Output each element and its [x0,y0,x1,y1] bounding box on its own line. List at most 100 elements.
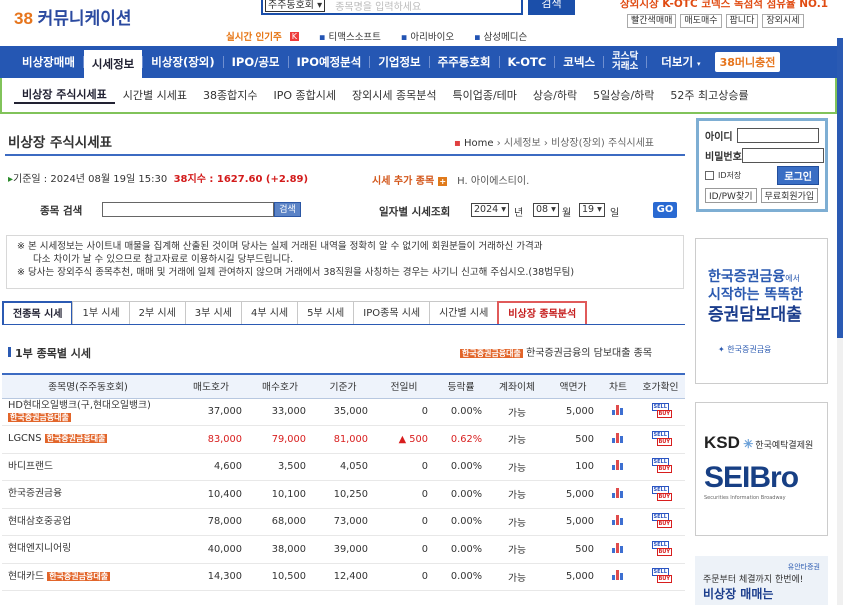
tab-tier5[interactable]: 5부 시세 [297,301,355,324]
month-select[interactable]: 08 ▾ [533,203,559,217]
site-logo[interactable]: 38 커뮤니케이션 [14,4,132,29]
tab-analysis[interactable]: 비상장 종목분석 [497,301,588,324]
password-input[interactable] [741,147,824,163]
subnav-item[interactable]: 시간별 시세표 [115,87,195,103]
tab-tier3[interactable]: 3부 시세 [184,301,242,324]
ad-securities-loan[interactable]: 한국증권금융에서 시작하는 똑똑한 증권담보대출 ✦ 한국증권금융 [695,238,828,384]
bar-chart-icon[interactable] [612,460,624,471]
find-account-link[interactable]: ID/PW찾기 [705,188,757,203]
stock-name[interactable]: 현대삼호중공업 [8,516,71,527]
bar-chart-icon[interactable] [612,487,624,498]
nav-item[interactable]: 주주동호회 [430,54,499,70]
nav-item[interactable]: 기업정보 [370,54,428,70]
bar-chart-icon[interactable] [612,570,624,581]
top-link-sell[interactable]: 팝니다 [725,14,759,28]
nav-item-kosdaq[interactable]: 코스닥 거래소 [604,52,646,72]
stock-name[interactable]: 한국증권금융 [8,488,62,499]
section-title: 1부 종목별 시세 [8,345,91,361]
top-link-red-trade[interactable]: 빨간색매매 [627,14,677,28]
top-link-trade[interactable]: 매도매수 [680,14,722,28]
ticker-item[interactable]: 티맥스소프트 [319,29,380,43]
sell-buy-icon[interactable]: SELL BUY [651,430,672,446]
join-link[interactable]: 무료회원가입 [760,188,819,203]
nav-item[interactable]: 비상장(장외) [143,54,222,70]
table-row[interactable]: 바디프랜드 4,600 3,500 4,050 0 0.00% 가능 100 SELL BUY [2,453,685,481]
subnav-item[interactable]: 5일상승/하락 [585,87,662,103]
sell-buy-icon[interactable]: SELL BUY [651,540,672,556]
stock-name-cell[interactable]: LGCNS 한국증권금융대출 [2,425,174,454]
stock-name[interactable]: 바디프랜드 [8,461,53,472]
added-stock-name[interactable]: H. 아이에스티이. [457,176,529,187]
stock-name-cell[interactable]: 바디프랜드 [2,453,174,481]
bar-chart-icon[interactable] [612,542,624,553]
search-button[interactable]: 검색 [528,0,575,15]
login-button[interactable]: 로그인 [777,165,819,185]
stock-name-cell[interactable]: 현대카드 한국증권금융대출 [2,563,174,591]
sell-buy-icon[interactable]: SELL BUY [651,568,672,584]
stock-name[interactable]: 현대카드 [8,571,44,582]
loan-legend: 한국증권금융대출 한국증권금융의 담보대출 종목 [460,344,652,359]
subnav-item[interactable]: 장외시세 종목분석 [344,87,444,103]
table-row[interactable]: 현대삼호중공업 78,000 68,000 73,000 0 0.00% 가능 5,000 SE… [2,508,685,536]
top-link-otc-price[interactable]: 장외시세 [762,14,804,28]
ad-yuanta[interactable]: 유안타증권 주문부터 체결까지 한번에! 비상장 매매는 [695,556,828,605]
nav-item[interactable]: K-OTC [500,55,555,69]
go-button[interactable]: GO [653,202,677,218]
stock-name[interactable]: HD현대오일뱅크(구,현대오일뱅크) [8,400,151,411]
nav-item[interactable]: 코넥스 [555,54,603,70]
id-input[interactable] [737,127,819,143]
subnav-item[interactable]: 38종합지수 [195,87,265,103]
stock-name[interactable]: LGCNS [8,433,41,444]
nav-item-active[interactable]: 시세정보 [83,50,143,78]
subnav-item[interactable]: 상승/하락 [525,87,585,103]
nav-more[interactable]: 더보기 ▾ [653,54,708,70]
sell-buy-icon[interactable]: SELL BUY [651,513,672,529]
subnav-item[interactable]: 52주 최고상승률 [662,87,756,103]
scrollbar[interactable] [837,38,843,605]
sell-buy-icon[interactable]: SELL BUY [651,485,672,501]
nav-item[interactable]: 비상장매매 [14,54,83,70]
scrollbar-thumb[interactable] [837,38,843,338]
nav-item[interactable]: IPO예정분석 [289,54,370,70]
stock-name[interactable]: 현대엔지니어링 [8,543,71,554]
stock-name-cell[interactable]: 현대삼호중공업 [2,508,174,536]
year-select[interactable]: 2024 ▾ [471,203,509,217]
bar-chart-icon[interactable] [612,515,624,526]
subnav-item[interactable]: IPO 종합시세 [266,87,345,103]
search-input[interactable]: 종목명을 입력하세요 [335,0,421,13]
tab-tier4[interactable]: 4부 시세 [240,301,299,324]
nav-item[interactable]: IPO/공모 [224,54,288,70]
save-id-checkbox[interactable] [705,170,714,180]
table-row[interactable]: LGCNS 한국증권금융대출 83,000 79,000 81,000 ▲ 500 0.6… [2,425,685,454]
charge-button[interactable]: 38머니충전 [714,52,781,72]
buy-price: 10,500 [248,563,312,591]
ticker-item[interactable]: 삼성메디슨 [474,29,528,43]
stock-name-cell[interactable]: 한국증권금융 [2,480,174,509]
sell-buy-icon[interactable]: SELL BUY [651,458,672,474]
buy-price: 3,500 [248,453,312,481]
day-select[interactable]: 19 ▾ [579,203,605,217]
table-row[interactable]: HD현대오일뱅크(구,현대오일뱅크) 한국증권금융대출 37,000 33,000 35… [2,398,685,426]
stock-name-cell[interactable]: 현대엔지니어링 [2,535,174,564]
subnav-item[interactable]: 특이업종/테마 [444,87,524,103]
sell-buy-icon[interactable]: SELL BUY [651,403,672,419]
ticker-item[interactable]: 아리바이오 [401,29,454,43]
table-row[interactable]: 한국증권금융 10,400 10,100 10,250 0 0.00% 가능 5,000 SEL… [2,480,685,509]
plus-icon[interactable]: + [438,177,448,186]
ad-seibro[interactable]: KSD ✳ 한국예탁결제원 SEIBro Securities Informati… [695,402,828,536]
table-row[interactable]: 현대카드 한국증권금융대출 14,300 10,500 12,400 0 0.00% 가능 5… [2,563,685,591]
search-category-select[interactable]: 주주동호회 ▾ [265,0,326,12]
tab-tier1[interactable]: 1부 시세 [72,301,130,324]
bar-chart-icon[interactable] [612,405,624,416]
bar-chart-icon[interactable] [612,432,624,443]
tab-tier2[interactable]: 2부 시세 [128,301,186,324]
table-row[interactable]: 현대엔지니어링 40,000 38,000 39,000 0 0.00% 가능 500 SELL… [2,535,685,564]
tab-hourly[interactable]: 시간별 시세 [429,301,499,324]
stock-name-cell[interactable]: HD현대오일뱅크(구,현대오일뱅크) 한국증권금융대출 [2,398,174,426]
subnav-item-active[interactable]: 비상장 주식시세표 [14,86,115,104]
breadcrumb-home[interactable]: Home [464,138,494,149]
tab-all[interactable]: 전종목 시세 [2,301,74,324]
tab-ipo[interactable]: IPO종목 시세 [353,301,431,324]
stock-search-input[interactable] [102,202,274,217]
stock-search-button[interactable]: 검색 [274,202,301,217]
